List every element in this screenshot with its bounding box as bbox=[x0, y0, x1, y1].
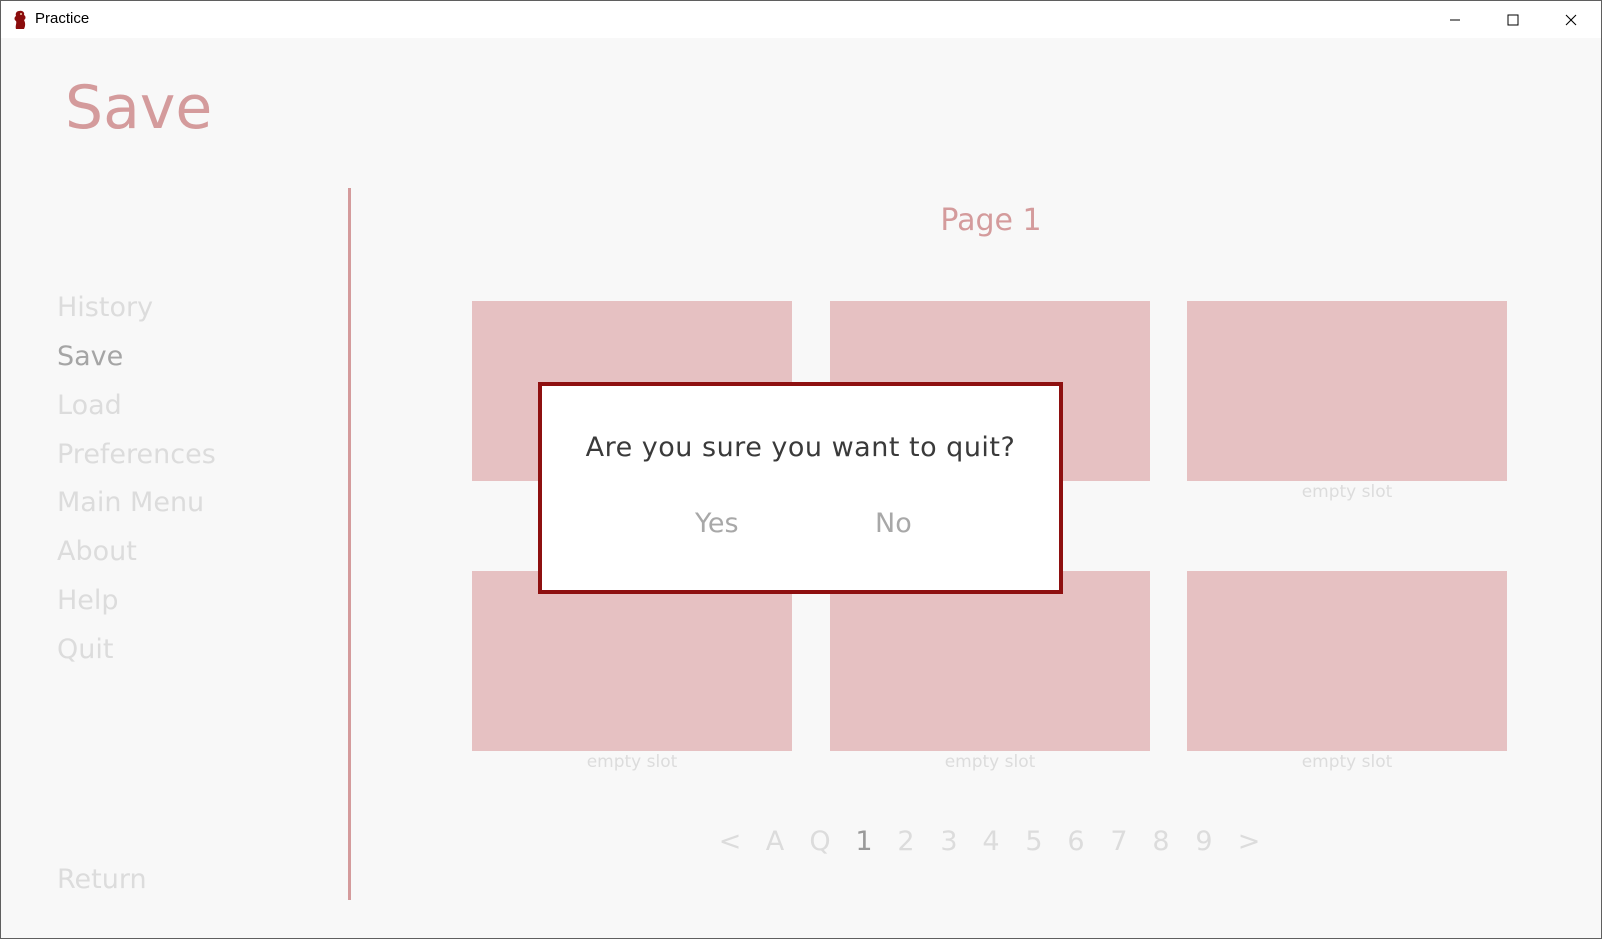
game-screen: Save History Save Load Preferences Main … bbox=[1, 38, 1601, 938]
slot-label: empty slot bbox=[1301, 482, 1393, 502]
pager-page-4[interactable]: 4 bbox=[971, 828, 1011, 855]
nav-item-quit[interactable]: Quit bbox=[57, 636, 113, 663]
nav-item-history[interactable]: History bbox=[57, 294, 153, 321]
save-slot-5[interactable]: empty slot bbox=[830, 571, 1150, 772]
minimize-button[interactable] bbox=[1426, 1, 1484, 38]
pager-page-6[interactable]: 6 bbox=[1056, 828, 1096, 855]
pager-quick[interactable]: Q bbox=[800, 828, 840, 855]
minimize-icon bbox=[1450, 19, 1460, 20]
pager-next[interactable]: > bbox=[1229, 828, 1269, 855]
pager-page-5[interactable]: 5 bbox=[1014, 828, 1054, 855]
nav-item-load[interactable]: Load bbox=[57, 392, 122, 419]
slot-thumbnail bbox=[830, 571, 1150, 751]
no-button[interactable]: No bbox=[875, 510, 912, 537]
title-bar[interactable]: Practice bbox=[1, 1, 1601, 38]
close-button[interactable] bbox=[1542, 1, 1600, 38]
pager-page-8[interactable]: 8 bbox=[1141, 828, 1181, 855]
nav-item-save[interactable]: Save bbox=[57, 343, 123, 370]
save-slot-6[interactable]: empty slot bbox=[1187, 571, 1507, 772]
nav-item-preferences[interactable]: Preferences bbox=[57, 441, 216, 468]
pager-page-3[interactable]: 3 bbox=[929, 828, 969, 855]
dialog-message: Are you sure you want to quit? bbox=[585, 432, 1016, 463]
pager-auto[interactable]: A bbox=[755, 828, 795, 855]
slot-thumbnail bbox=[1187, 301, 1507, 481]
slot-thumbnail bbox=[472, 571, 792, 751]
menu-divider bbox=[348, 188, 351, 900]
pager-page-9[interactable]: 9 bbox=[1184, 828, 1224, 855]
slot-thumbnail bbox=[1187, 571, 1507, 751]
pager-page-7[interactable]: 7 bbox=[1099, 828, 1139, 855]
pager-prev[interactable]: < bbox=[710, 828, 750, 855]
nav-item-about[interactable]: About bbox=[57, 538, 137, 565]
yes-button[interactable]: Yes bbox=[695, 510, 739, 537]
quit-confirm-dialog: Are you sure you want to quit? Yes No bbox=[538, 382, 1063, 594]
save-slot-3[interactable]: empty slot bbox=[1187, 301, 1507, 502]
close-icon bbox=[1565, 14, 1577, 25]
screen-title: Save bbox=[65, 73, 213, 143]
maximize-icon bbox=[1507, 14, 1519, 25]
window-title: Practice bbox=[35, 10, 90, 27]
nav-item-help[interactable]: Help bbox=[57, 587, 119, 614]
save-slot-4[interactable]: empty slot bbox=[472, 571, 792, 772]
app-character-icon bbox=[12, 10, 28, 30]
nav-item-main-menu[interactable]: Main Menu bbox=[57, 489, 204, 516]
return-button[interactable]: Return bbox=[57, 866, 147, 893]
pager-page-2[interactable]: 2 bbox=[886, 828, 926, 855]
page-label[interactable]: Page 1 bbox=[891, 206, 1091, 236]
maximize-button[interactable] bbox=[1484, 1, 1542, 38]
slot-label: empty slot bbox=[1301, 752, 1393, 772]
slot-label: empty slot bbox=[586, 752, 678, 772]
pager-page-1[interactable]: 1 bbox=[844, 828, 884, 855]
slot-label: empty slot bbox=[944, 752, 1036, 772]
app-window: Practice Save History Save Load Preferen… bbox=[0, 0, 1602, 939]
